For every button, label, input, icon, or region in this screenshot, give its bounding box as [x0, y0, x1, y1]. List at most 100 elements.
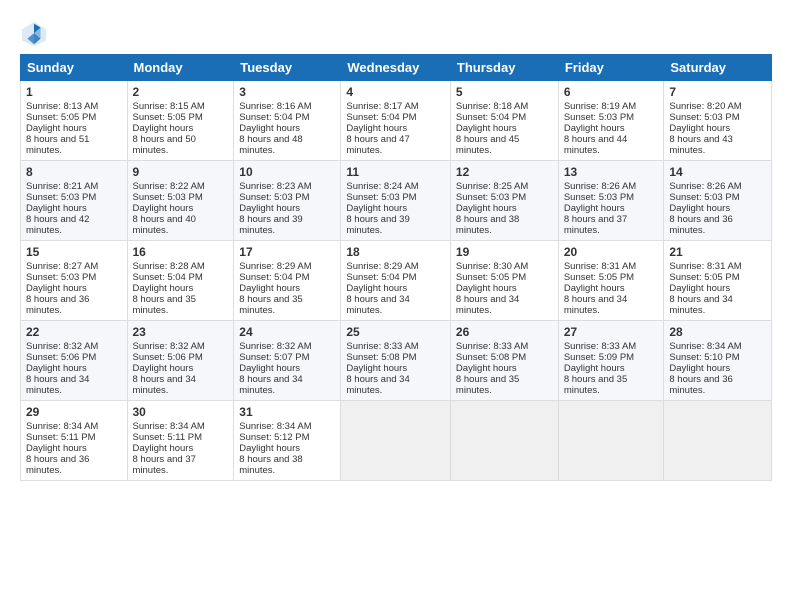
calendar-day-cell: 30 Sunrise: 8:34 AM Sunset: 5:11 PM Dayl… [127, 401, 234, 481]
calendar-day-cell: 10 Sunrise: 8:23 AM Sunset: 5:03 PM Dayl… [234, 161, 341, 241]
sunset: Sunset: 5:03 PM [456, 192, 526, 203]
sunrise: Sunrise: 8:34 AM [669, 341, 741, 352]
sunrise: Sunrise: 8:26 AM [564, 181, 636, 192]
daylight-label: Daylight hours [346, 203, 407, 214]
calendar-day-cell: 8 Sunrise: 8:21 AM Sunset: 5:03 PM Dayli… [21, 161, 128, 241]
sunset: Sunset: 5:03 PM [669, 192, 739, 203]
daylight-duration: 8 hours and 34 minutes. [133, 374, 196, 396]
daylight-duration: 8 hours and 45 minutes. [456, 134, 519, 156]
sunrise: Sunrise: 8:33 AM [456, 341, 528, 352]
daylight-label: Daylight hours [239, 123, 300, 134]
calendar-day-cell: 15 Sunrise: 8:27 AM Sunset: 5:03 PM Dayl… [21, 241, 128, 321]
weekday-header-cell: Wednesday [341, 55, 451, 81]
calendar-day-cell: 9 Sunrise: 8:22 AM Sunset: 5:03 PM Dayli… [127, 161, 234, 241]
calendar-day-cell: 29 Sunrise: 8:34 AM Sunset: 5:11 PM Dayl… [21, 401, 128, 481]
day-number: 24 [239, 325, 335, 339]
daylight-label: Daylight hours [669, 283, 730, 294]
day-number: 30 [133, 405, 229, 419]
daylight-label: Daylight hours [456, 363, 517, 374]
calendar-day-cell: 14 Sunrise: 8:26 AM Sunset: 5:03 PM Dayl… [664, 161, 772, 241]
daylight-label: Daylight hours [133, 283, 194, 294]
daylight-duration: 8 hours and 36 minutes. [669, 374, 732, 396]
daylight-duration: 8 hours and 37 minutes. [133, 454, 196, 476]
sunset: Sunset: 5:11 PM [133, 432, 203, 443]
calendar-day-cell: 7 Sunrise: 8:20 AM Sunset: 5:03 PM Dayli… [664, 81, 772, 161]
sunrise: Sunrise: 8:17 AM [346, 101, 418, 112]
sunset: Sunset: 5:04 PM [456, 112, 526, 123]
sunrise: Sunrise: 8:34 AM [133, 421, 205, 432]
daylight-label: Daylight hours [133, 443, 194, 454]
daylight-duration: 8 hours and 36 minutes. [26, 454, 89, 476]
daylight-label: Daylight hours [564, 363, 625, 374]
sunrise: Sunrise: 8:34 AM [239, 421, 311, 432]
calendar-body: 1 Sunrise: 8:13 AM Sunset: 5:05 PM Dayli… [21, 81, 772, 481]
calendar-week-row: 8 Sunrise: 8:21 AM Sunset: 5:03 PM Dayli… [21, 161, 772, 241]
sunrise: Sunrise: 8:31 AM [669, 261, 741, 272]
daylight-duration: 8 hours and 35 minutes. [564, 374, 627, 396]
day-number: 29 [26, 405, 122, 419]
day-number: 5 [456, 85, 553, 99]
day-number: 3 [239, 85, 335, 99]
daylight-duration: 8 hours and 51 minutes. [26, 134, 89, 156]
sunset: Sunset: 5:04 PM [239, 272, 309, 283]
calendar-week-row: 1 Sunrise: 8:13 AM Sunset: 5:05 PM Dayli… [21, 81, 772, 161]
daylight-label: Daylight hours [26, 123, 87, 134]
sunset: Sunset: 5:03 PM [564, 112, 634, 123]
calendar-day-cell: 20 Sunrise: 8:31 AM Sunset: 5:05 PM Dayl… [558, 241, 664, 321]
daylight-duration: 8 hours and 34 minutes. [346, 294, 409, 316]
sunset: Sunset: 5:03 PM [133, 192, 203, 203]
daylight-duration: 8 hours and 34 minutes. [26, 374, 89, 396]
weekday-header-cell: Tuesday [234, 55, 341, 81]
daylight-duration: 8 hours and 39 minutes. [239, 214, 302, 236]
daylight-label: Daylight hours [564, 283, 625, 294]
day-number: 17 [239, 245, 335, 259]
daylight-label: Daylight hours [346, 123, 407, 134]
sunrise: Sunrise: 8:33 AM [346, 341, 418, 352]
daylight-duration: 8 hours and 38 minutes. [456, 214, 519, 236]
daylight-label: Daylight hours [669, 203, 730, 214]
daylight-label: Daylight hours [26, 283, 87, 294]
sunset: Sunset: 5:08 PM [346, 352, 416, 363]
sunset: Sunset: 5:03 PM [239, 192, 309, 203]
sunset: Sunset: 5:11 PM [26, 432, 96, 443]
weekday-header-cell: Saturday [664, 55, 772, 81]
calendar-week-row: 15 Sunrise: 8:27 AM Sunset: 5:03 PM Dayl… [21, 241, 772, 321]
calendar-day-cell: 13 Sunrise: 8:26 AM Sunset: 5:03 PM Dayl… [558, 161, 664, 241]
calendar-table: SundayMondayTuesdayWednesdayThursdayFrid… [20, 54, 772, 481]
sunrise: Sunrise: 8:34 AM [26, 421, 98, 432]
day-number: 13 [564, 165, 659, 179]
calendar-day-cell: 3 Sunrise: 8:16 AM Sunset: 5:04 PM Dayli… [234, 81, 341, 161]
day-number: 14 [669, 165, 766, 179]
calendar-day-cell [558, 401, 664, 481]
calendar-day-cell: 19 Sunrise: 8:30 AM Sunset: 5:05 PM Dayl… [450, 241, 558, 321]
day-number: 31 [239, 405, 335, 419]
calendar-day-cell: 1 Sunrise: 8:13 AM Sunset: 5:05 PM Dayli… [21, 81, 128, 161]
day-number: 19 [456, 245, 553, 259]
day-number: 25 [346, 325, 445, 339]
day-number: 23 [133, 325, 229, 339]
sunrise: Sunrise: 8:33 AM [564, 341, 636, 352]
calendar-day-cell: 25 Sunrise: 8:33 AM Sunset: 5:08 PM Dayl… [341, 321, 451, 401]
calendar-week-row: 22 Sunrise: 8:32 AM Sunset: 5:06 PM Dayl… [21, 321, 772, 401]
calendar-day-cell: 6 Sunrise: 8:19 AM Sunset: 5:03 PM Dayli… [558, 81, 664, 161]
daylight-label: Daylight hours [26, 443, 87, 454]
daylight-label: Daylight hours [239, 203, 300, 214]
calendar-day-cell: 18 Sunrise: 8:29 AM Sunset: 5:04 PM Dayl… [341, 241, 451, 321]
page-header [20, 16, 772, 48]
sunset: Sunset: 5:05 PM [456, 272, 526, 283]
daylight-label: Daylight hours [239, 363, 300, 374]
sunset: Sunset: 5:03 PM [564, 192, 634, 203]
calendar-day-cell: 24 Sunrise: 8:32 AM Sunset: 5:07 PM Dayl… [234, 321, 341, 401]
daylight-duration: 8 hours and 34 minutes. [239, 374, 302, 396]
page-container: SundayMondayTuesdayWednesdayThursdayFrid… [0, 0, 792, 491]
daylight-duration: 8 hours and 43 minutes. [669, 134, 732, 156]
daylight-label: Daylight hours [564, 123, 625, 134]
daylight-label: Daylight hours [669, 363, 730, 374]
day-number: 1 [26, 85, 122, 99]
sunrise: Sunrise: 8:27 AM [26, 261, 98, 272]
day-number: 10 [239, 165, 335, 179]
sunrise: Sunrise: 8:26 AM [669, 181, 741, 192]
day-number: 9 [133, 165, 229, 179]
calendar-day-cell: 4 Sunrise: 8:17 AM Sunset: 5:04 PM Dayli… [341, 81, 451, 161]
calendar-day-cell: 27 Sunrise: 8:33 AM Sunset: 5:09 PM Dayl… [558, 321, 664, 401]
